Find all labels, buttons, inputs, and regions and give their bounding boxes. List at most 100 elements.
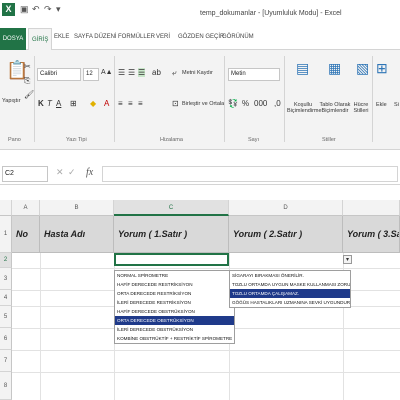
row-header[interactable]: 1 [0,216,12,253]
row-header[interactable]: 4 [0,290,12,306]
cancel-icon[interactable]: ✕ [56,167,64,178]
cell-e1[interactable]: Yorum ( 3.Satır ) [343,216,400,253]
column-header-e[interactable] [343,200,400,216]
list-item[interactable]: SİGARAYI BIRAKMASI ÖNERİLİR. [230,271,350,280]
cell-c1[interactable]: Yorum ( 1.Satır ) [114,216,229,253]
copy-icon[interactable]: ⎘ [24,76,30,86]
merge-center-icon[interactable]: ⊡ [172,99,179,108]
font-size-field[interactable]: 12 [83,68,99,81]
undo-icon[interactable]: ↶ [32,4,40,15]
column-header-d[interactable]: D [229,200,343,216]
list-item[interactable]: HAFİF DERECEDE OBSTRÜKSİYON [115,307,234,316]
list-item[interactable]: TOZLU ORTAMDA UYGUN MASKE KULLANMASI ZOR… [230,280,350,289]
cut-icon[interactable]: ✂ [24,62,31,71]
fill-color-icon[interactable]: ◆ [90,99,96,108]
format-as-table-button[interactable]: Tablo Olarak Biçimlendir [318,102,352,114]
font-color-icon[interactable]: A [104,99,109,108]
tab-home[interactable]: GİRİŞ [28,28,53,51]
cell-d1[interactable]: Yorum ( 2.Satır ) [229,216,343,253]
insert-function-icon[interactable]: fx [86,167,93,178]
number-format-field[interactable]: Metin [228,68,280,81]
cell-styles-button[interactable]: Hücre Stilleri [350,102,372,114]
paste-button[interactable]: Yapıştır [2,98,21,104]
align-left-icon[interactable]: ≡ [118,99,123,108]
align-right-icon[interactable]: ≡ [138,99,143,108]
column-header-c[interactable]: C [114,200,229,216]
list-item[interactable]: HAFİF DERECEDE RESTRİKSİYON [115,280,234,289]
conditional-format-icon[interactable]: ▤ [296,60,309,77]
window-title: temp_dokumanlar - [Uyumluluk Modu] - Exc… [200,10,342,17]
tab-view[interactable]: GÖRÜNÜM [222,34,254,40]
cell-styles-icon[interactable]: ▧ [356,60,369,77]
cell-a1[interactable]: No [12,216,40,253]
format-painter-icon[interactable]: 🖌 [24,90,34,99]
enter-icon[interactable]: ✓ [68,167,76,178]
wrap-text-icon[interactable]: ⤶ [172,68,176,78]
delete-cells-button[interactable]: Si [394,102,399,108]
font-name-field[interactable]: Calibri [37,68,81,81]
worksheet-grid[interactable]: A B C D 1 2 3 4 5 6 7 8 No Hasta Adı Yor… [0,200,400,400]
format-as-table-icon[interactable]: ▦ [328,60,341,77]
align-bottom-icon[interactable]: ☰ [138,68,146,77]
validation-list-d[interactable]: SİGARAYI BIRAKMASI ÖNERİLİR. TOZLU ORTAM… [229,270,351,308]
selected-cell-c2[interactable] [114,253,229,266]
align-center-icon[interactable]: ≡ [128,99,133,108]
list-item[interactable]: GÖĞÜS HASTALIKLARI UZMANINA SEVKİ UYGUND… [230,298,350,307]
divider [284,56,285,142]
list-item[interactable]: ORTA DERECEDE RESTRİKSİYON [115,289,234,298]
tab-data[interactable]: VERİ [156,34,170,40]
italic-icon[interactable]: T [47,99,52,108]
formula-input[interactable] [102,166,398,182]
divider [224,56,225,142]
comma-style-icon[interactable]: 000 [254,99,267,108]
orientation-icon[interactable]: ab [152,68,161,77]
wrap-text-button[interactable]: Metni Kaydır [182,70,213,76]
redo-icon[interactable]: ↷ [44,4,52,15]
merge-center-button[interactable]: Birleştir ve Ortala [182,101,224,107]
align-middle-icon[interactable]: ☰ [128,68,135,77]
list-item-highlighted[interactable]: ORTA DERECEDE OBSTRÜKSİYON [115,316,234,325]
bold-icon[interactable]: K [38,99,44,108]
name-box[interactable]: C2 [2,166,48,182]
row-header[interactable]: 5 [0,306,12,328]
column-header-b[interactable]: B [40,200,114,216]
select-all-corner[interactable] [0,200,12,216]
customize-toolbar-icon[interactable]: ▾ [56,4,61,15]
group-styles-label: Stiller [322,137,336,143]
row-header[interactable]: 8 [0,372,12,400]
validation-list-c[interactable]: NORMAL SPİROMETRE HAFİF DERECEDE RESTRİK… [114,270,235,344]
conditional-format-button[interactable]: Koşullu Biçimlendirme [287,102,322,114]
tab-page-layout[interactable]: SAYFA DÜZENİ [74,34,117,40]
insert-cells-button[interactable]: Ekle [376,102,387,108]
currency-icon[interactable]: 💱 [228,99,238,108]
list-item[interactable]: İLERİ DERECEDE RESTRİKSİYON [115,298,234,307]
list-item[interactable]: KOMBİNE OBSTRÜKTİF + RESTRİKTİF SPİROMET… [115,334,234,343]
divider [372,56,373,142]
list-item[interactable]: İLERİ DERECEDE OBSTRÜKSİYON [115,325,234,334]
cell-b1[interactable]: Hasta Adı [40,216,114,253]
row-header[interactable]: 6 [0,328,12,350]
decimal-icon[interactable]: ,0 [274,99,281,108]
column-header-a[interactable]: A [12,200,40,216]
group-number-label: Sayı [248,137,260,143]
align-top-icon[interactable]: ☰ [118,68,125,77]
save-icon[interactable]: ▣ [20,4,29,15]
row-header[interactable]: 3 [0,268,12,290]
underline-icon[interactable]: A [56,99,61,108]
grow-font-icon[interactable]: A▲ [101,69,113,76]
dropdown-arrow-icon[interactable]: ▾ [343,255,352,264]
borders-icon[interactable]: ⊞ [70,99,77,108]
tab-formulas[interactable]: FORMÜLLER [118,34,155,40]
group-clipboard-label: Pano [8,137,21,143]
row-header[interactable]: 2 [0,253,12,268]
insert-cells-icon[interactable]: ⊞ [376,60,388,77]
tab-review[interactable]: GÖZDEN GEÇİR [178,34,224,40]
ribbon-tabs: DOSYA GİRİŞ EKLE SAYFA DÜZENİ FORMÜLLER … [0,28,400,51]
tab-insert[interactable]: EKLE [54,34,69,40]
list-item-highlighted[interactable]: TOZLU ORTAMDA ÇALIŞAMAZ. [230,289,350,298]
percent-icon[interactable]: % [242,99,249,108]
row-header[interactable]: 7 [0,350,12,372]
group-font-label: Yazı Tipi [66,137,87,143]
tab-file[interactable]: DOSYA [0,28,26,50]
list-item[interactable]: NORMAL SPİROMETRE [115,271,234,280]
